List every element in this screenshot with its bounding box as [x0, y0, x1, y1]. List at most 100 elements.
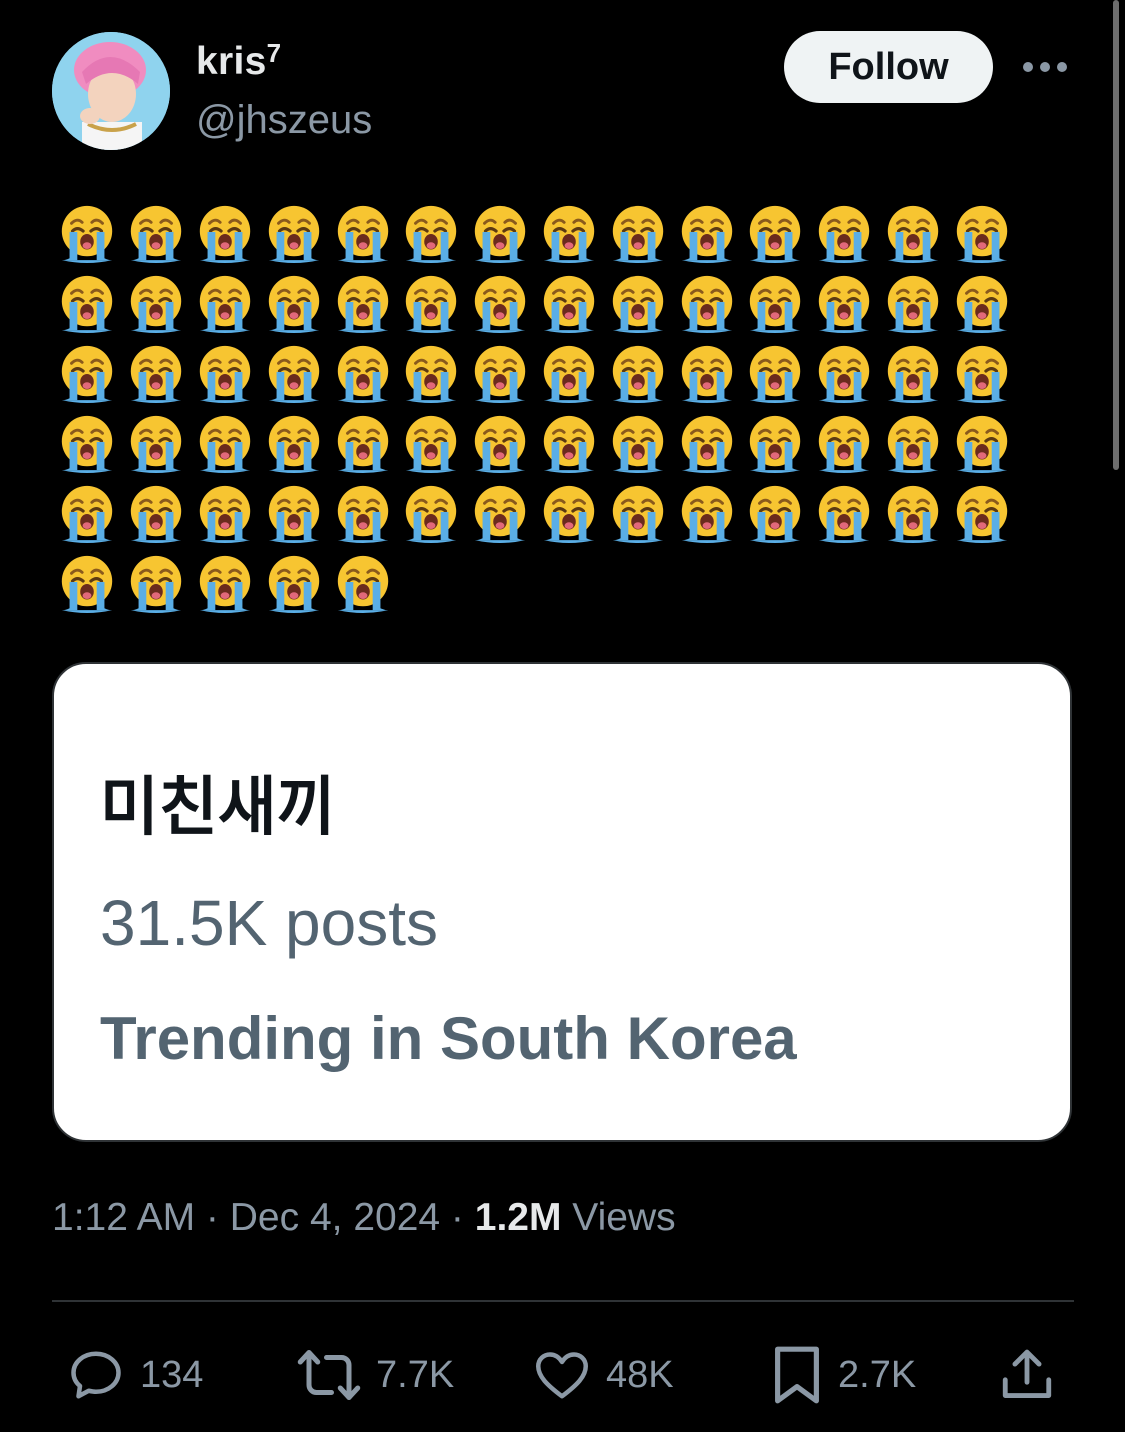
- reply-count: 134: [140, 1353, 204, 1396]
- tweet-meta: 1:12 AM · Dec 4, 2024 · 1.2M Views: [52, 1196, 676, 1240]
- loudly-crying-face-icon: [603, 408, 672, 478]
- display-name-suffix: 7: [266, 38, 282, 68]
- share-upload-icon: [1002, 1349, 1052, 1398]
- loudly-crying-face-icon: [122, 198, 191, 268]
- loudly-crying-face-icon: [672, 198, 741, 268]
- loudly-crying-face-icon: [328, 548, 397, 618]
- loudly-crying-face-icon: [535, 338, 604, 408]
- emoji-row: [53, 408, 1053, 478]
- loudly-crying-face-icon: [53, 408, 122, 478]
- loudly-crying-face-icon: [191, 478, 260, 548]
- loudly-crying-face-icon: [810, 198, 879, 268]
- loudly-crying-face-icon: [603, 198, 672, 268]
- emoji-row: [53, 548, 1053, 618]
- loudly-crying-face-icon: [122, 268, 191, 338]
- display-name[interactable]: kris7: [196, 38, 282, 84]
- loudly-crying-face-icon: [397, 408, 466, 478]
- loudly-crying-face-icon: [53, 268, 122, 338]
- speech-bubble-icon: [71, 1351, 121, 1399]
- loudly-crying-face-icon: [328, 198, 397, 268]
- emoji-row: [53, 268, 1053, 338]
- loudly-crying-face-icon: [259, 338, 328, 408]
- views-count: 1.2M: [474, 1196, 562, 1239]
- loudly-crying-face-icon: [535, 408, 604, 478]
- loudly-crying-face-icon: [672, 408, 741, 478]
- repost-button[interactable]: 7.7K: [296, 1340, 454, 1410]
- loudly-crying-face-icon: [53, 338, 122, 408]
- loudly-crying-face-icon: [53, 478, 122, 548]
- trend-card-image[interactable]: 미친새끼 31.5K posts Trending in South Korea: [52, 662, 1072, 1142]
- user-handle[interactable]: @jhszeus: [196, 98, 372, 143]
- loudly-crying-face-icon: [328, 338, 397, 408]
- bookmark-button[interactable]: 2.7K: [770, 1340, 916, 1410]
- loudly-crying-face-icon: [328, 478, 397, 548]
- emoji-row: [53, 198, 1053, 268]
- loudly-crying-face-icon: [259, 408, 328, 478]
- loudly-crying-face-icon: [947, 198, 1016, 268]
- share-button[interactable]: [998, 1340, 1056, 1410]
- loudly-crying-face-icon: [191, 338, 260, 408]
- loudly-crying-face-icon: [259, 548, 328, 618]
- loudly-crying-face-icon: [810, 338, 879, 408]
- loudly-crying-face-icon: [741, 198, 810, 268]
- heart-icon: [536, 1352, 588, 1399]
- loudly-crying-face-icon: [259, 478, 328, 548]
- loudly-crying-face-icon: [741, 338, 810, 408]
- follow-button[interactable]: Follow: [784, 31, 993, 103]
- loudly-crying-face-icon: [328, 408, 397, 478]
- loudly-crying-face-icon: [191, 198, 260, 268]
- loudly-crying-face-icon: [741, 408, 810, 478]
- tweet-time[interactable]: 1:12 AM: [52, 1196, 195, 1239]
- like-button[interactable]: 48K: [532, 1340, 674, 1410]
- bookmark-icon: [775, 1346, 819, 1404]
- loudly-crying-face-icon: [741, 478, 810, 548]
- loudly-crying-face-icon: [603, 268, 672, 338]
- bookmark-count: 2.7K: [838, 1353, 917, 1396]
- emoji-row: [53, 338, 1053, 408]
- loudly-crying-face-icon: [947, 338, 1016, 408]
- loudly-crying-face-icon: [879, 478, 948, 548]
- loudly-crying-face-icon: [810, 408, 879, 478]
- loudly-crying-face-icon: [879, 268, 948, 338]
- loudly-crying-face-icon: [672, 268, 741, 338]
- loudly-crying-face-icon: [53, 548, 122, 618]
- loudly-crying-face-icon: [947, 408, 1016, 478]
- loudly-crying-face-icon: [466, 408, 535, 478]
- loudly-crying-face-icon: [191, 268, 260, 338]
- loudly-crying-face-icon: [603, 478, 672, 548]
- loudly-crying-face-icon: [879, 198, 948, 268]
- scrollbar[interactable]: [1113, 0, 1119, 470]
- loudly-crying-face-icon: [535, 268, 604, 338]
- loudly-crying-face-icon: [466, 338, 535, 408]
- loudly-crying-face-icon: [741, 268, 810, 338]
- repost-count: 7.7K: [376, 1353, 455, 1396]
- views-label: Views: [561, 1196, 676, 1239]
- ellipsis-icon[interactable]: [1023, 57, 1069, 77]
- loudly-crying-face-icon: [191, 408, 260, 478]
- loudly-crying-face-icon: [535, 198, 604, 268]
- like-count: 48K: [606, 1353, 674, 1396]
- trend-post-count: 31.5K posts: [100, 887, 438, 959]
- loudly-crying-face-icon: [466, 198, 535, 268]
- loudly-crying-face-icon: [879, 338, 948, 408]
- trend-topic: 미친새끼: [100, 771, 336, 845]
- loudly-crying-face-icon: [397, 198, 466, 268]
- avatar-image: [52, 32, 170, 150]
- loudly-crying-face-icon: [122, 338, 191, 408]
- loudly-crying-face-icon: [947, 268, 1016, 338]
- reply-button[interactable]: 134: [66, 1340, 203, 1410]
- avatar[interactable]: [52, 32, 170, 150]
- loudly-crying-face-icon: [397, 338, 466, 408]
- loudly-crying-face-icon: [672, 338, 741, 408]
- loudly-crying-face-icon: [947, 478, 1016, 548]
- trend-location: Trending in South Korea: [100, 1005, 797, 1072]
- loudly-crying-face-icon: [122, 408, 191, 478]
- tweet-date[interactable]: Dec 4, 2024: [230, 1196, 440, 1239]
- loudly-crying-face-icon: [535, 478, 604, 548]
- repost-arrows-icon: [297, 1350, 361, 1400]
- loudly-crying-face-icon: [879, 408, 948, 478]
- loudly-crying-face-icon: [328, 268, 397, 338]
- meta-separator: ·: [440, 1196, 475, 1239]
- tweet-text: [53, 198, 1053, 618]
- loudly-crying-face-icon: [810, 478, 879, 548]
